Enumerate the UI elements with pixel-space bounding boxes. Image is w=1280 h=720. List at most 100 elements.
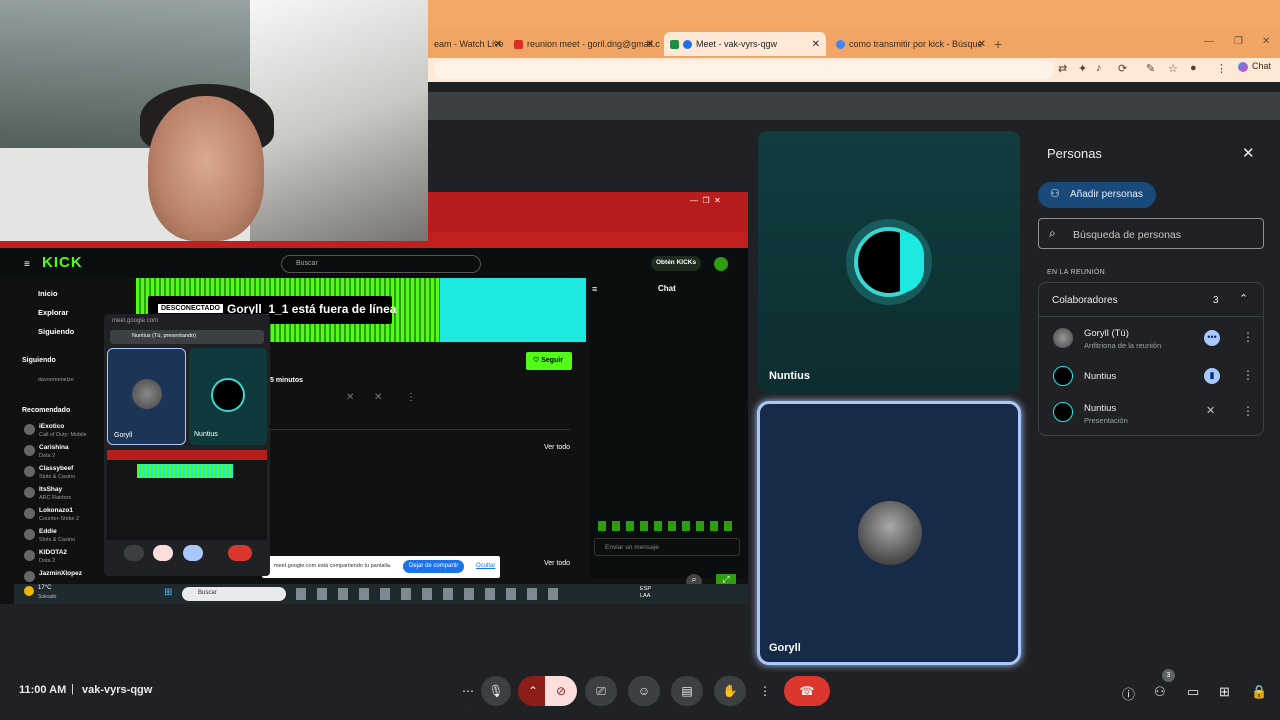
camera-button[interactable]: ⊘ xyxy=(545,676,577,706)
clock: 11:00 AM xyxy=(19,684,67,696)
star-icon[interactable]: ☆ xyxy=(1168,62,1178,75)
close-icon[interactable]: ✕ xyxy=(812,39,820,50)
people-icon[interactable]: ⚇ xyxy=(1154,684,1166,700)
hamburger-icon[interactable]: ≡ xyxy=(24,259,30,270)
close-icon[interactable]: ✕ xyxy=(646,39,654,50)
extension-icon[interactable]: ⟳ xyxy=(1118,62,1127,75)
close-icon[interactable]: ✕ xyxy=(494,39,502,50)
separator: | xyxy=(71,683,74,695)
hide-button[interactable]: Ocultar xyxy=(476,563,495,569)
more-options-icon[interactable]: ⋮ xyxy=(1242,404,1254,418)
toolbar-strip xyxy=(428,92,1280,120)
participant-tile-nuntius[interactable]: Nuntius xyxy=(758,131,1020,393)
follow-button[interactable]: ♡ Seguir xyxy=(526,352,572,370)
pip-mic-button[interactable] xyxy=(124,545,144,561)
heart-icon: ♡ xyxy=(533,357,542,364)
get-kicks-label: Obtén KICKs xyxy=(656,259,697,266)
present-button[interactable]: ⎚ xyxy=(585,676,617,706)
pip-tile-goryll[interactable]: Goryll xyxy=(107,348,186,445)
kick-search-input[interactable]: Buscar xyxy=(281,255,481,273)
menu-icon[interactable]: ⋮ xyxy=(1216,62,1227,75)
get-kicks-button[interactable]: Obtén KICKs xyxy=(651,256,702,271)
streamer-name[interactable]: ItsShay xyxy=(39,486,62,493)
following-user[interactable]: davoomenelze xyxy=(38,377,74,383)
copilot-chat-button[interactable]: Chat xyxy=(1238,61,1271,72)
tab-search[interactable]: como transmitir por kick - Búsque ✕ xyxy=(830,32,992,56)
nav-explorar[interactable]: Explorar xyxy=(38,308,68,317)
streamer-name[interactable]: KIDOTA2 xyxy=(39,549,67,556)
streamer-game: ARC Raiders xyxy=(39,495,72,501)
streamer-avatar xyxy=(24,571,35,582)
new-tab-button[interactable]: + xyxy=(994,36,1002,52)
read-aloud-icon[interactable]: ✦ xyxy=(1078,62,1087,75)
edit-icon[interactable]: ✎ xyxy=(1146,62,1155,75)
chevron-up-icon[interactable]: ⌃ xyxy=(1239,292,1248,305)
streamer-name[interactable]: Classybeef xyxy=(39,465,73,472)
streamer-name[interactable]: Lokonazo1 xyxy=(39,507,73,514)
leave-call-button[interactable]: ☎ xyxy=(784,676,830,706)
nav-siguiendo[interactable]: Siguiendo xyxy=(38,327,74,336)
weather-desc: Soleado xyxy=(38,594,57,600)
more-controls-button[interactable]: ⋯ xyxy=(455,676,481,706)
streamer-name[interactable]: iExotico xyxy=(39,423,64,430)
activities-icon[interactable]: ⊞ xyxy=(1219,684,1230,700)
streamer-name[interactable]: JazminXlopez xyxy=(39,570,82,577)
window-close-icon[interactable]: ✕ xyxy=(1262,36,1270,47)
see-all-2[interactable]: Ver todo xyxy=(544,560,570,567)
participant-tile-goryll[interactable]: Goryll xyxy=(757,401,1021,665)
stop-sharing-button[interactable]: Dejar de compartir xyxy=(403,560,465,573)
windows-start-icon[interactable]: ⊞ xyxy=(164,587,172,598)
tile-name: Goryll xyxy=(769,642,801,654)
see-all-1[interactable]: Ver todo xyxy=(544,444,570,451)
host-controls-icon[interactable]: 🔒 xyxy=(1251,684,1267,700)
pip-tile-name: Nuntius xyxy=(194,431,218,438)
pip-present-button[interactable] xyxy=(183,545,203,561)
translate-icon[interactable]: ⇄ xyxy=(1058,62,1067,75)
mic-icon[interactable]: ♪ xyxy=(1096,62,1102,74)
emote-row[interactable] xyxy=(598,521,736,531)
pin-off-icon[interactable]: ✕ xyxy=(346,392,354,403)
tab-kick[interactable]: eam - Watch Live ✕ xyxy=(428,32,508,56)
people-search-input[interactable]: ⌕ Búsqueda de personas xyxy=(1038,218,1264,249)
chat-collapse-icon[interactable]: ≡ xyxy=(592,284,597,294)
mic-button[interactable]: 🎙 xyxy=(481,676,511,706)
close-icon[interactable]: ✕ xyxy=(978,39,986,50)
chat-icon[interactable]: ▭ xyxy=(1187,684,1199,700)
info-icon[interactable]: ⓘ xyxy=(1122,684,1135,703)
profile-icon[interactable]: ● xyxy=(1190,62,1197,74)
raise-hand-button[interactable]: ✋ xyxy=(714,676,746,706)
taskbar-app-icons[interactable] xyxy=(296,588,566,600)
streamer-name[interactable]: Carishina xyxy=(39,444,69,451)
camera-options-button[interactable]: ⌃ xyxy=(518,676,548,706)
pip-camera-button[interactable] xyxy=(153,545,173,561)
omnibox[interactable] xyxy=(434,61,1054,79)
mute-icon[interactable]: ✕ xyxy=(374,392,382,403)
chat-title: Chat xyxy=(658,284,676,293)
more-options-button[interactable]: ⋮ xyxy=(754,676,776,706)
reactions-button[interactable]: ☺ xyxy=(628,676,660,706)
gmail-icon xyxy=(514,39,523,49)
maximize-icon[interactable]: ❐ xyxy=(1234,36,1243,47)
more-options-icon[interactable]: ⋮ xyxy=(1242,330,1254,344)
group-header[interactable]: Colaboradores 3 ⌃ xyxy=(1039,283,1263,317)
streamer-name[interactable]: Eddie xyxy=(39,528,57,535)
close-icon[interactable]: ✕ xyxy=(1242,144,1255,162)
minimize-icon[interactable]: — xyxy=(1204,36,1214,47)
weather-icon xyxy=(24,586,34,596)
add-people-label: Añadir personas xyxy=(1070,189,1143,200)
nav-inicio[interactable]: Inicio xyxy=(38,289,58,298)
pip-tile-nuntius[interactable]: Nuntius xyxy=(189,348,267,445)
captions-button[interactable]: ▤ xyxy=(671,676,703,706)
chat-message-input[interactable]: Enviar un mensaje xyxy=(594,538,740,556)
more-options-icon[interactable]: ⋮ xyxy=(1242,368,1254,382)
pip-leave-button[interactable] xyxy=(228,545,252,561)
taskbar-search[interactable]: Buscar xyxy=(182,587,286,601)
add-people-button[interactable]: ⚇ Añadir personas xyxy=(1038,182,1156,208)
kick-avatar[interactable] xyxy=(714,257,728,271)
preview-banner xyxy=(137,464,233,478)
streamer-game: Dota 2 xyxy=(39,453,56,459)
emoji-icon: ☺ xyxy=(637,684,651,698)
more-icon[interactable]: ⋮ xyxy=(406,392,416,403)
tab-meet[interactable]: Meet - vak-vyrs-qgw ✕ xyxy=(664,32,826,56)
tab-gmail[interactable]: reunion meet - goril.dng@gmail.c ✕ xyxy=(508,32,660,56)
